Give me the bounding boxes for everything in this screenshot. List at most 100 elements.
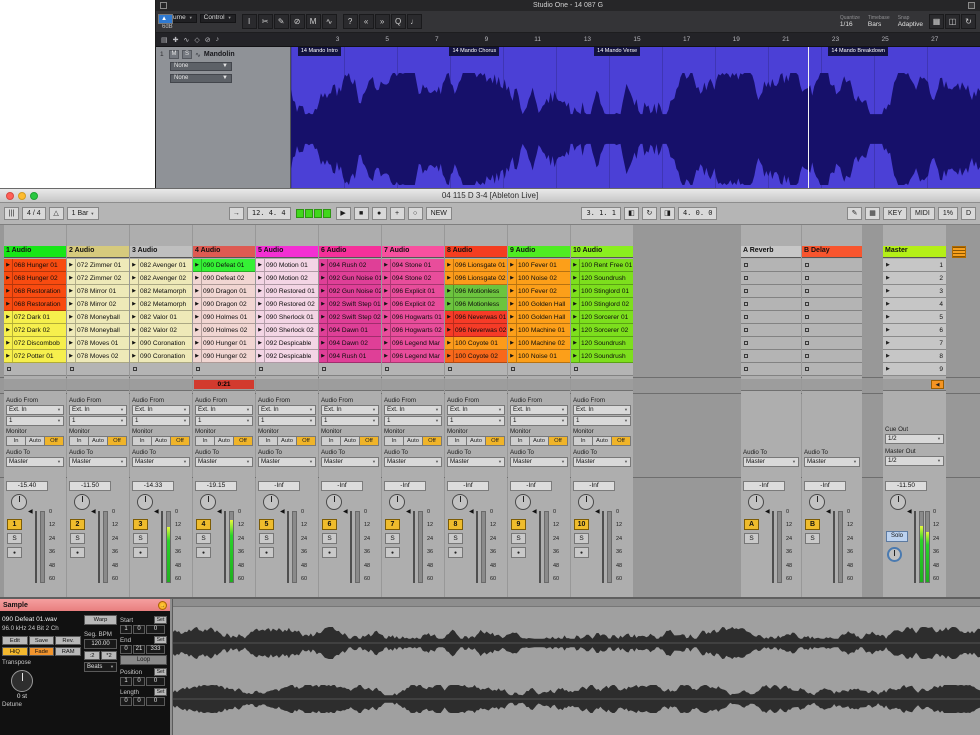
clip-stop-icon[interactable] — [744, 354, 748, 358]
clip-play-icon[interactable]: ▶ — [4, 311, 13, 323]
return-output-select[interactable]: Master▼ — [743, 457, 799, 467]
scene-play-icon[interactable]: ▶ — [886, 314, 890, 320]
clip-play-icon[interactable]: ▶ — [571, 298, 580, 310]
tap-tempo-button[interactable]: ||| — [4, 207, 19, 220]
clip-play-icon[interactable]: ▶ — [4, 272, 13, 284]
volume-display[interactable]: -19.15 — [195, 481, 237, 491]
input-select[interactable]: None ▼ — [170, 62, 232, 71]
empty-clip-slot[interactable] — [741, 272, 801, 285]
clip-play-icon[interactable]: ▶ — [67, 311, 76, 323]
clip-stop-icon[interactable] — [744, 302, 748, 306]
clip-slot[interactable]: ▶096 Hogwarts 02 — [382, 324, 444, 337]
pan-knob[interactable] — [326, 494, 342, 510]
pan-knob[interactable] — [11, 494, 27, 510]
fader-handle[interactable]: ◀ — [406, 508, 411, 515]
clip-play-icon[interactable]: ▶ — [508, 298, 517, 310]
clip-play-icon[interactable]: ▶ — [382, 285, 391, 297]
bpm-double-button[interactable]: *2 — [101, 651, 117, 660]
minimize-button[interactable] — [18, 192, 26, 200]
clip-slot[interactable]: ▶092 Gun Noise 02 — [319, 285, 381, 298]
track-activator[interactable]: 7 — [385, 519, 400, 530]
arrangement-marker[interactable]: 14 Mando Intro — [298, 47, 341, 56]
input-channel-select[interactable]: 1▼ — [132, 416, 190, 426]
fader-rail[interactable] — [287, 511, 289, 583]
volume-display[interactable]: -Inf — [258, 481, 300, 491]
track-header[interactable]: 1 Audio — [4, 246, 66, 258]
scene-play-icon[interactable]: ▶ — [886, 327, 890, 333]
save-button[interactable]: Save — [29, 636, 55, 645]
clip-slot[interactable]: ▶082 Avenger 02 — [130, 272, 192, 285]
grid-view-icon[interactable]: ▦ — [929, 14, 944, 29]
input-channel-select[interactable]: 1▼ — [447, 416, 505, 426]
punch-out-button[interactable]: ◨ — [660, 207, 675, 220]
output-select[interactable]: Master▼ — [195, 457, 253, 467]
mute-button[interactable]: M — [169, 50, 179, 59]
empty-clip-slot[interactable] — [802, 363, 862, 376]
clip-stop-icon[interactable] — [805, 341, 809, 345]
bpm-halve-button[interactable]: :2 — [84, 651, 100, 660]
pan-knob[interactable] — [515, 494, 531, 510]
fader-handle[interactable]: ◀ — [217, 508, 222, 515]
clip-play-icon[interactable]: ▶ — [4, 298, 13, 310]
hiq-button[interactable]: HiQ — [2, 647, 28, 656]
track-header[interactable]: 2 Audio — [67, 246, 129, 258]
empty-clip-slot[interactable] — [67, 363, 129, 376]
clip-slot[interactable]: ▶072 Zimmer 02 — [67, 272, 129, 285]
scene-play-icon[interactable]: ▶ — [886, 366, 890, 372]
monitor-option-off[interactable]: Off — [171, 436, 190, 446]
monitor-option-in[interactable]: In — [321, 436, 341, 446]
note-tool-icon[interactable]: ♪ — [216, 36, 220, 43]
clip-slot[interactable]: ▶100 Rent Free 01 — [571, 259, 633, 272]
clip-stop-icon[interactable] — [574, 367, 578, 371]
clip-play-icon[interactable]: ▶ — [382, 272, 391, 284]
scene-slot[interactable]: ▶7 — [883, 337, 946, 350]
clip-play-icon[interactable]: ▶ — [508, 285, 517, 297]
monitor-option-auto[interactable]: Auto — [26, 436, 45, 446]
arm-button[interactable]: ● — [322, 547, 337, 558]
clip-play-icon[interactable]: ▶ — [256, 324, 265, 336]
empty-clip-slot[interactable] — [741, 324, 801, 337]
monitor-option-off[interactable]: Off — [108, 436, 127, 446]
play-button[interactable]: ▶ — [336, 207, 351, 220]
clip-play-icon[interactable]: ▶ — [445, 350, 454, 362]
clip-slot[interactable]: ▶094 Rush 01 — [319, 350, 381, 363]
output-select[interactable]: Master▼ — [69, 457, 127, 467]
clip-slot[interactable]: ▶120 Soundrush — [571, 337, 633, 350]
refresh-icon[interactable]: ↻ — [961, 14, 976, 29]
clip-slot[interactable]: ▶090 Restored 01 — [256, 285, 318, 298]
monitor-option-auto[interactable]: Auto — [152, 436, 171, 446]
clip-slot[interactable]: ▶090 Motion 02 — [256, 272, 318, 285]
monitor-option-off[interactable]: Off — [486, 436, 505, 446]
clip-slot[interactable]: ▶082 Metamorph — [130, 298, 192, 311]
pan-knob[interactable] — [578, 494, 594, 510]
clip-play-icon[interactable]: ▶ — [508, 324, 517, 336]
monitor-option-in[interactable]: In — [69, 436, 89, 446]
position-value-2[interactable]: 0 — [146, 677, 165, 686]
output-select[interactable]: Master▼ — [447, 457, 505, 467]
scene-slot[interactable]: ▶4 — [883, 298, 946, 311]
input-channel-select[interactable]: 1▼ — [384, 416, 442, 426]
clip-slot[interactable]: ▶100 Coyote 02 — [445, 350, 507, 363]
clip-play-icon[interactable]: ▶ — [256, 285, 265, 297]
fader-handle[interactable]: ◀ — [765, 508, 770, 515]
set-length-button[interactable]: Set — [154, 688, 167, 696]
track-solo-button[interactable]: S — [70, 533, 85, 544]
fader-rail[interactable] — [914, 511, 916, 583]
studio-one-titlebar[interactable]: Studio One - 14 087 G — [156, 0, 980, 11]
output-select[interactable]: Master▼ — [132, 457, 190, 467]
end-value-1[interactable]: 21 — [133, 645, 145, 654]
empty-clip-slot[interactable] — [130, 363, 192, 376]
loop-length-display[interactable]: 4. 0. 0 — [678, 207, 718, 220]
clip-playing-icon[interactable]: ▶ — [193, 259, 202, 271]
input-type-select[interactable]: Ext. In▼ — [447, 405, 505, 415]
volume-display[interactable]: -14.33 — [132, 481, 174, 491]
clip-play-icon[interactable]: ▶ — [382, 324, 391, 336]
clip-play-icon[interactable]: ▶ — [130, 350, 139, 362]
output-select[interactable]: None ▼ — [170, 74, 232, 83]
volume-display[interactable]: -11.50 — [885, 481, 927, 491]
scene-play-icon[interactable]: ▶ — [886, 340, 890, 346]
quantize-icon[interactable]: Q — [391, 14, 406, 29]
empty-clip-slot[interactable] — [571, 363, 633, 376]
track-solo-button[interactable]: S — [133, 533, 148, 544]
arrangement-marker[interactable]: 14 Mando Chorus — [449, 47, 499, 56]
